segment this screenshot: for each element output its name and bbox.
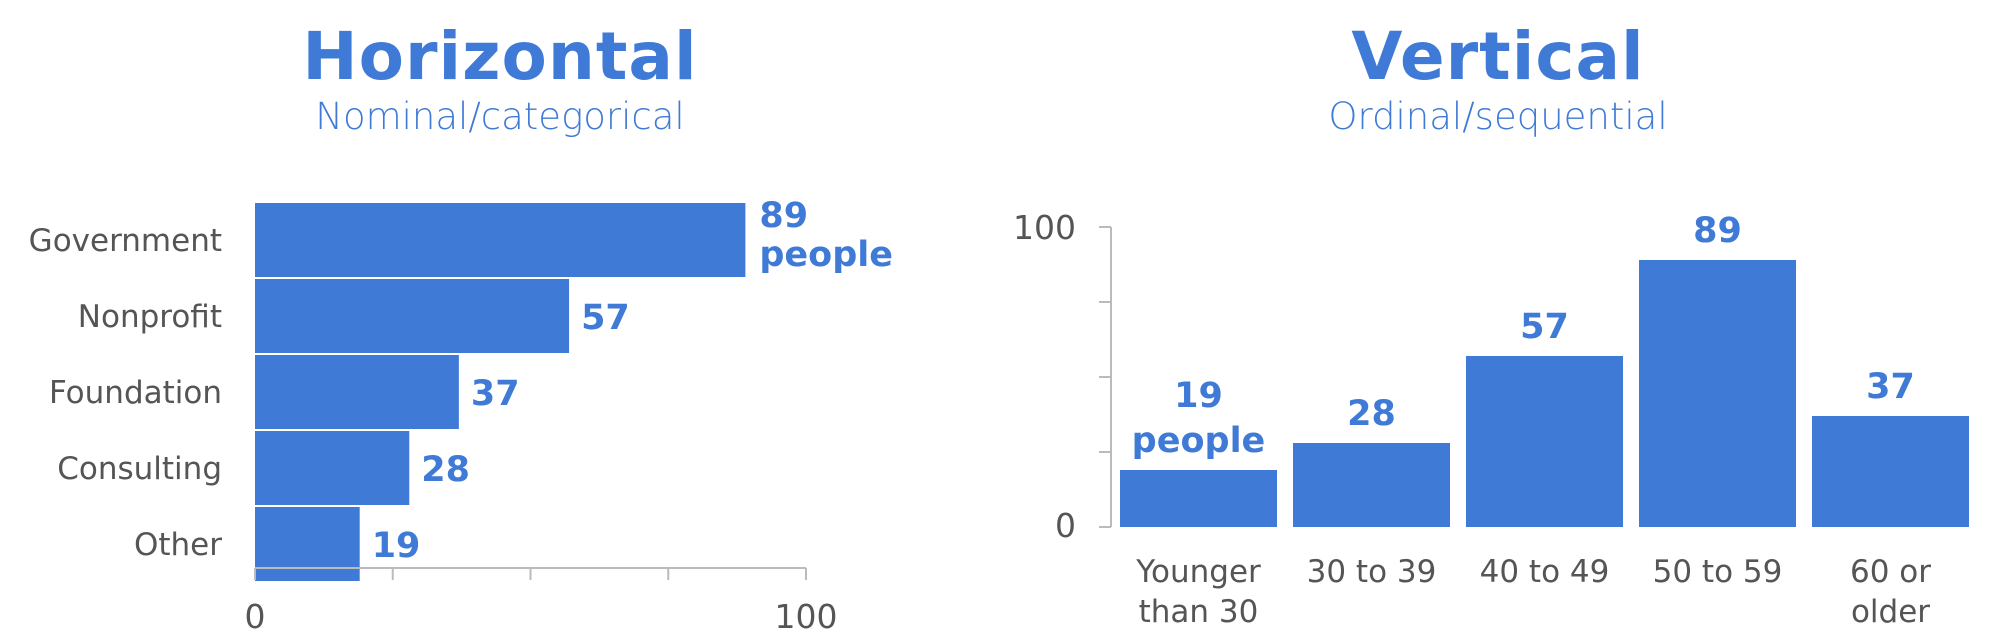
v-category-label: Younger	[1135, 554, 1261, 590]
v-bar-4	[1639, 260, 1796, 527]
h-bar-foundation	[255, 355, 459, 429]
v-category-label: 40 to 49	[1480, 554, 1610, 590]
v-value-label: 19	[1174, 376, 1223, 416]
v-bar-2	[1293, 443, 1450, 527]
v-value-unit-label: people	[1132, 421, 1266, 461]
v-category-label: older	[1851, 594, 1930, 630]
h-tick-label-min: 0	[245, 597, 266, 636]
h-category-label: Other	[134, 527, 222, 563]
v-value-label: 28	[1347, 394, 1396, 434]
v-value-label: 57	[1520, 307, 1569, 347]
v-category-label: 50 to 59	[1653, 554, 1783, 590]
h-bar-nonprofit	[255, 279, 570, 353]
charts-canvas: Government89peopleNonprofit 57Foundation 3…	[29, 196, 1969, 636]
v-value-label: 37	[1866, 367, 1915, 407]
v-value-label: 89	[1693, 211, 1742, 251]
h-value-label: 37	[471, 374, 520, 414]
v-bar-3	[1466, 356, 1623, 527]
h-value-label: 28	[421, 450, 470, 490]
v-tick-label-max: 100	[1013, 208, 1076, 247]
h-bar-other	[255, 507, 360, 581]
h-value-unit-label: people	[759, 235, 893, 275]
h-bar-government	[255, 203, 746, 277]
v-category-label: 60 or	[1850, 554, 1931, 590]
h-tick-label-max: 100	[775, 597, 838, 636]
h-category-label: Foundation	[49, 375, 222, 411]
v-tick-label-min: 0	[1055, 506, 1076, 545]
v-category-label: 30 to 39	[1307, 554, 1437, 590]
h-value-label: 57	[581, 298, 630, 338]
v-bar-5	[1812, 416, 1969, 527]
v-bar-1	[1120, 470, 1277, 527]
h-value-label: 19	[372, 526, 421, 566]
h-category-label: Consulting	[57, 451, 222, 487]
h-value-label: 89	[759, 196, 808, 236]
v-category-label: than 30	[1139, 594, 1259, 630]
h-category-label: Nonprofit	[78, 299, 222, 335]
h-category-label: Government	[29, 223, 222, 259]
h-bar-consulting	[255, 431, 410, 505]
